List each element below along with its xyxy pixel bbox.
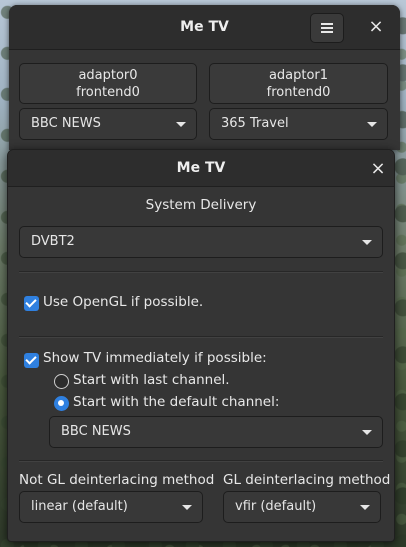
start-default-label[interactable]: Start with the default channel: [73,394,279,410]
gl-deinterlace-label: GL deinterlacing method [223,472,391,488]
start-last-label[interactable]: Start with last channel. [73,372,230,388]
start-default-radio[interactable] [54,396,69,411]
adapter-0-button[interactable]: adaptor0 frontend0 [19,63,197,104]
separator [19,271,383,273]
channel-combo-1[interactable]: 365 Travel [209,108,388,140]
channel-combo-1-value: 365 Travel [221,116,289,131]
menu-button[interactable] [310,13,344,43]
hamburger-menu-icon [321,23,333,33]
adapter-1-button[interactable]: adaptor1 frontend0 [209,63,388,104]
not-gl-deinterlace-label: Not GL deinterlacing method [19,472,215,488]
chevron-down-icon [360,505,370,510]
system-delivery-label: System Delivery [145,197,257,213]
use-opengl-checkbox[interactable] [24,296,39,311]
use-opengl-label[interactable]: Use OpenGL if possible. [43,294,203,310]
adapter-0-name: adaptor0 [78,68,138,83]
start-last-radio[interactable] [54,374,69,389]
close-icon[interactable]: × [368,159,388,179]
channel-combo-0[interactable]: BBC NEWS [19,108,197,140]
main-titlebar: Me TV × [9,5,400,50]
preferences-title: Me TV [8,150,394,187]
adapter-0-frontend: frontend0 [76,85,140,100]
preferences-dialog: Me TV × System Delivery DVBT2 Use OpenGL… [7,149,395,542]
gl-deinterlace-value: vfir (default) [235,499,317,514]
close-icon[interactable]: × [366,17,386,37]
chevron-down-icon [362,430,372,435]
main-window: Me TV × adaptor0 frontend0 adaptor1 fron… [9,5,400,150]
not-gl-deinterlace-combo[interactable]: linear (default) [19,491,203,523]
adapter-1-frontend: frontend0 [266,85,331,100]
chevron-down-icon [367,122,377,127]
show-tv-checkbox[interactable] [24,353,39,368]
system-delivery-combo[interactable]: DVBT2 [19,226,383,258]
separator [19,460,383,462]
chevron-down-icon [182,505,192,510]
gl-deinterlace-combo[interactable]: vfir (default) [223,491,381,523]
show-tv-label[interactable]: Show TV immediately if possible: [43,350,267,366]
adapter-1-name: adaptor1 [268,68,329,83]
not-gl-deinterlace-value: linear (default) [31,499,128,514]
channel-combo-0-value: BBC NEWS [31,116,101,131]
default-channel-value: BBC NEWS [61,424,131,439]
chevron-down-icon [176,122,186,127]
separator [19,336,383,338]
default-channel-combo[interactable]: BBC NEWS [49,416,383,448]
chevron-down-icon [362,240,372,245]
system-delivery-value: DVBT2 [31,234,75,249]
